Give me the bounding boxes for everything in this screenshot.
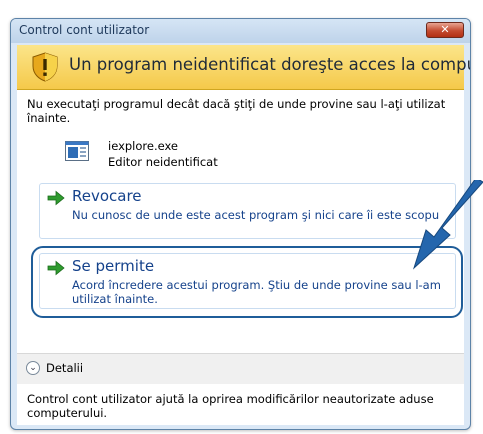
program-name: iexplore.exe [108, 139, 179, 153]
details-bar: ⌄ Detalii [17, 353, 464, 385]
close-button[interactable]: ✕ [426, 22, 464, 38]
green-arrow-icon [47, 190, 65, 206]
warning-text: Nu executaţi programul decât dacă ştiţi … [27, 97, 446, 125]
program-icon [65, 141, 89, 161]
dialog-footer: Control cont utilizator ajută la oprirea… [17, 384, 464, 425]
warning-banner: Un program neidentificat doreşte acces l… [17, 45, 470, 90]
deny-option[interactable]: Revocare Nu cunosc de unde este acest pr… [39, 183, 456, 239]
pointer-arrow-icon [412, 180, 483, 270]
deny-option-description: Nu cunosc de unde este acest program şi … [72, 208, 440, 222]
title-bar: Control cont utilizator ✕ [11, 19, 470, 43]
program-publisher: Editor neidentificat [108, 155, 218, 169]
chevron-down-icon[interactable]: ⌄ [26, 361, 40, 375]
deny-option-title: Revocare [72, 187, 142, 205]
shield-icon [32, 52, 58, 82]
details-toggle[interactable]: Detalii [46, 361, 83, 375]
window-title: Control cont utilizator [19, 23, 150, 37]
banner-title: Un program neidentificat doreşte acces l… [69, 55, 471, 74]
allow-highlight-ring [31, 246, 463, 318]
uac-dialog: Control cont utilizator ✕ Un program nei… [10, 18, 471, 430]
footer-text: Control cont utilizator ajută la oprirea… [27, 392, 434, 420]
